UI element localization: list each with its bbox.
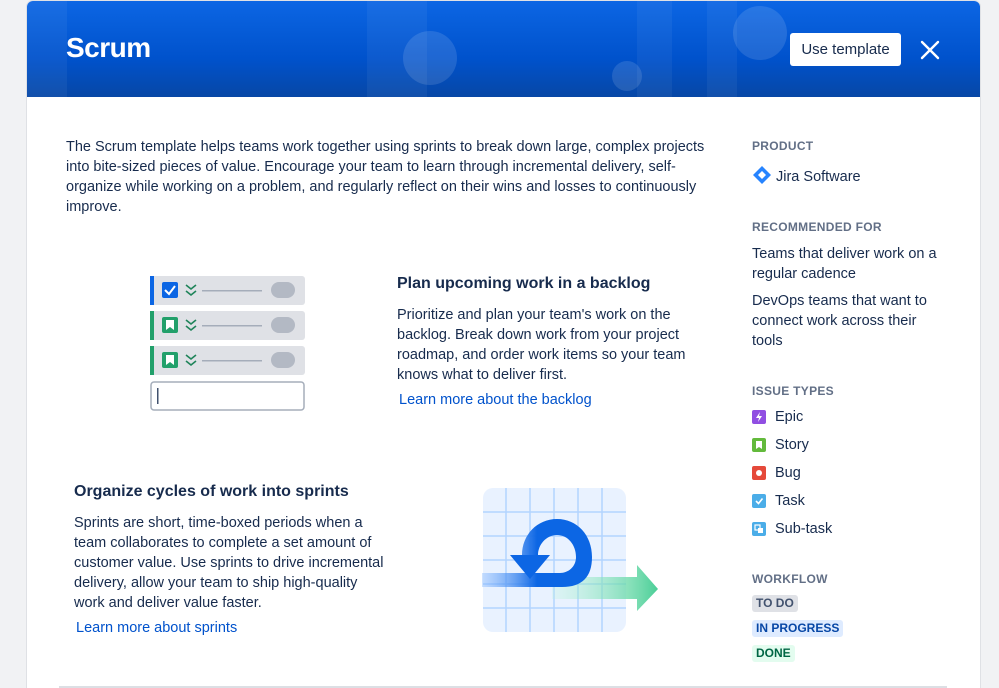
- bug-icon: [752, 466, 766, 480]
- sprints-description: Sprints are short, time-boxed periods wh…: [74, 513, 384, 613]
- issue-type-name: Epic: [775, 409, 803, 425]
- issue-type-story: Story: [752, 437, 809, 453]
- issue-type-name: Sub-task: [775, 521, 832, 537]
- backlog-illustration-icon: [149, 274, 309, 414]
- template-modal: Scrum Use template The Scrum template he…: [27, 1, 980, 688]
- issue-type-name: Story: [775, 437, 809, 453]
- recommended-item: Teams that deliver work on a regular cad…: [752, 244, 947, 284]
- header-decoration: [612, 61, 642, 91]
- template-description: The Scrum template helps teams work toge…: [66, 137, 716, 217]
- issue-types-label: ISSUE TYPES: [752, 384, 834, 398]
- issue-type-epic: Epic: [752, 409, 803, 425]
- sprint-cycle-illustration-icon: [482, 487, 662, 637]
- sprints-learn-more-link[interactable]: Learn more about sprints: [76, 620, 237, 636]
- issue-type-name: Task: [775, 493, 805, 509]
- subtask-icon: [752, 522, 766, 536]
- workflow-label: WORKFLOW: [752, 572, 828, 586]
- workflow-status-in-progress: IN PROGRESS: [752, 620, 843, 637]
- workflow-status-todo: TO DO: [752, 595, 798, 612]
- header-decoration: [707, 1, 737, 97]
- workflow-status-done: DONE: [752, 645, 795, 662]
- page-title: Scrum: [66, 32, 151, 64]
- sprints-title: Organize cycles of work into sprints: [74, 483, 349, 501]
- recommended-item: DevOps teams that want to connect work a…: [752, 291, 942, 351]
- task-icon: [752, 494, 766, 508]
- issue-type-bug: Bug: [752, 465, 801, 481]
- recommended-label: RECOMMENDED FOR: [752, 220, 882, 234]
- product-row: Jira Software: [752, 165, 861, 189]
- backlog-learn-more-link[interactable]: Learn more about the backlog: [399, 392, 592, 408]
- product-label: PRODUCT: [752, 139, 813, 153]
- backlog-description: Prioritize and plan your team's work on …: [397, 305, 697, 385]
- epic-icon: [752, 410, 766, 424]
- modal-header: Scrum Use template: [27, 1, 980, 97]
- header-decoration: [733, 6, 787, 60]
- issue-type-name: Bug: [775, 465, 801, 481]
- backlog-title: Plan upcoming work in a backlog: [397, 275, 650, 293]
- header-decoration: [27, 1, 67, 97]
- jira-logo-icon: [752, 165, 772, 189]
- use-template-button[interactable]: Use template: [790, 33, 901, 66]
- header-decoration: [403, 31, 457, 85]
- close-icon[interactable]: [917, 37, 943, 63]
- issue-type-task: Task: [752, 493, 805, 509]
- product-name: Jira Software: [776, 169, 861, 185]
- story-icon: [752, 438, 766, 452]
- issue-type-subtask: Sub-task: [752, 521, 832, 537]
- header-decoration: [637, 1, 672, 97]
